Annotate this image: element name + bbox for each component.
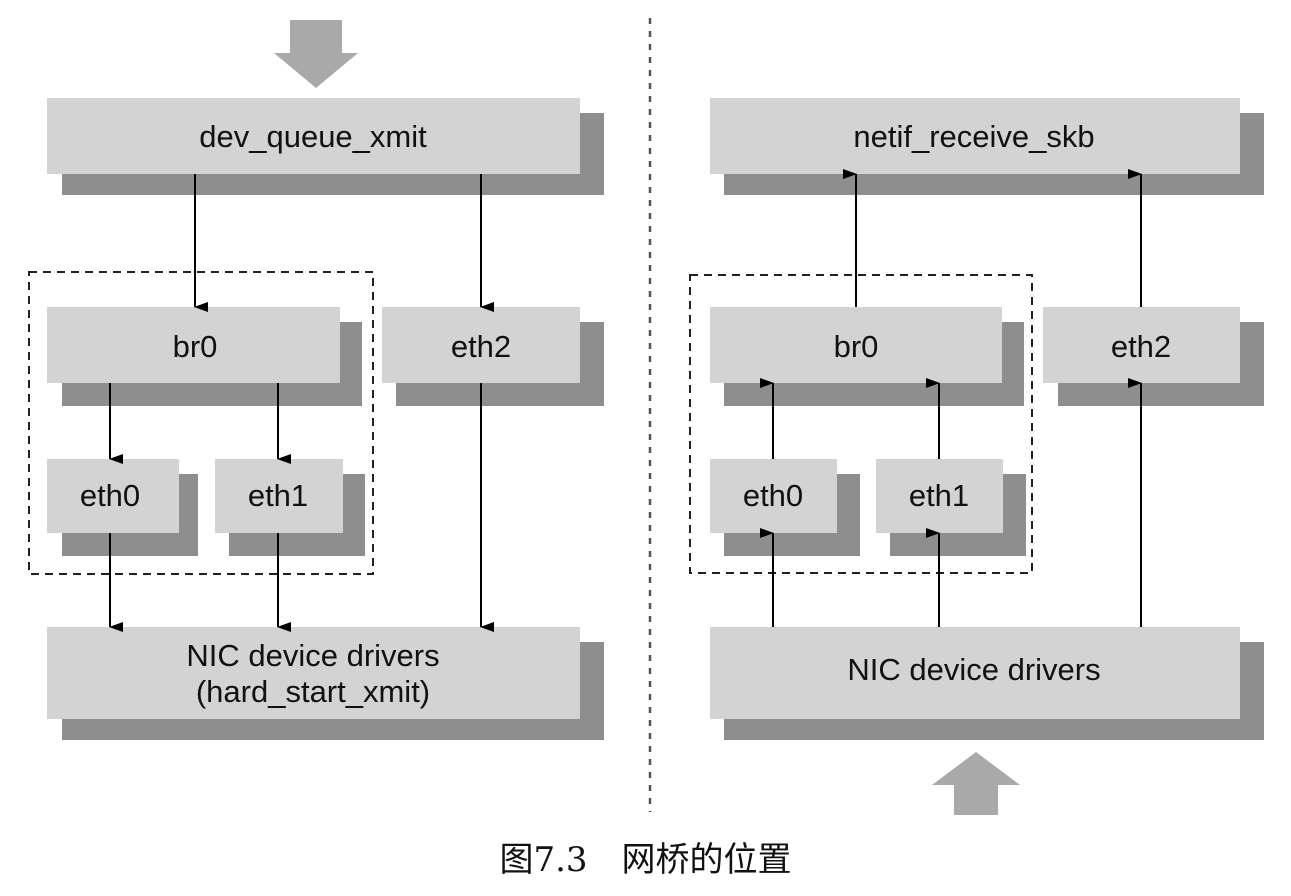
receive-eth2-label: eth2 [1111, 329, 1171, 364]
dev-queue-xmit-box: dev_queue_xmit [47, 98, 604, 195]
figure-caption: 图7.3 网桥的位置 [499, 840, 792, 880]
receive-nic-drivers-box: NIC device drivers [710, 627, 1264, 740]
receive-nic-drivers-label: NIC device drivers [847, 652, 1100, 687]
receive-br0-box: br0 [710, 307, 1024, 406]
receive-eth2-box: eth2 [1043, 307, 1264, 406]
netif-receive-skb-box: netif_receive_skb [710, 98, 1264, 195]
transmit-eth0-box: eth0 [47, 459, 198, 556]
transmit-br0-box: br0 [47, 307, 362, 406]
receive-br0-label: br0 [834, 329, 879, 364]
transmit-nic-drivers-line2: (hard_start_xmit) [196, 674, 430, 709]
netif-receive-skb-label: netif_receive_skb [853, 119, 1094, 154]
transmit-eth0-label: eth0 [80, 478, 140, 513]
receive-eth1-box: eth1 [876, 459, 1026, 556]
transmit-eth2-label: eth2 [451, 329, 511, 364]
bridge-position-diagram: dev_queue_xmit br0 eth2 eth0 eth1 NIC de… [28, 18, 1264, 815]
transmit-nic-drivers-box: NIC device drivers (hard_start_xmit) [47, 627, 604, 740]
transmit-br0-label: br0 [173, 329, 218, 364]
transmit-eth2-box: eth2 [382, 307, 604, 406]
receive-panel: netif_receive_skb br0 eth2 eth0 eth1 NIC… [689, 98, 1264, 815]
receive-eth0-box: eth0 [710, 459, 860, 556]
receive-eth0-label: eth0 [743, 478, 803, 513]
transmit-panel: dev_queue_xmit br0 eth2 eth0 eth1 NIC de… [28, 20, 604, 740]
transmit-input-arrow [274, 20, 358, 88]
transmit-eth1-box: eth1 [215, 459, 365, 556]
dev-queue-xmit-label: dev_queue_xmit [199, 119, 427, 154]
receive-eth1-label: eth1 [909, 478, 969, 513]
receive-input-arrow [932, 752, 1020, 815]
transmit-nic-drivers-line1: NIC device drivers [186, 638, 439, 673]
transmit-eth1-label: eth1 [248, 478, 308, 513]
